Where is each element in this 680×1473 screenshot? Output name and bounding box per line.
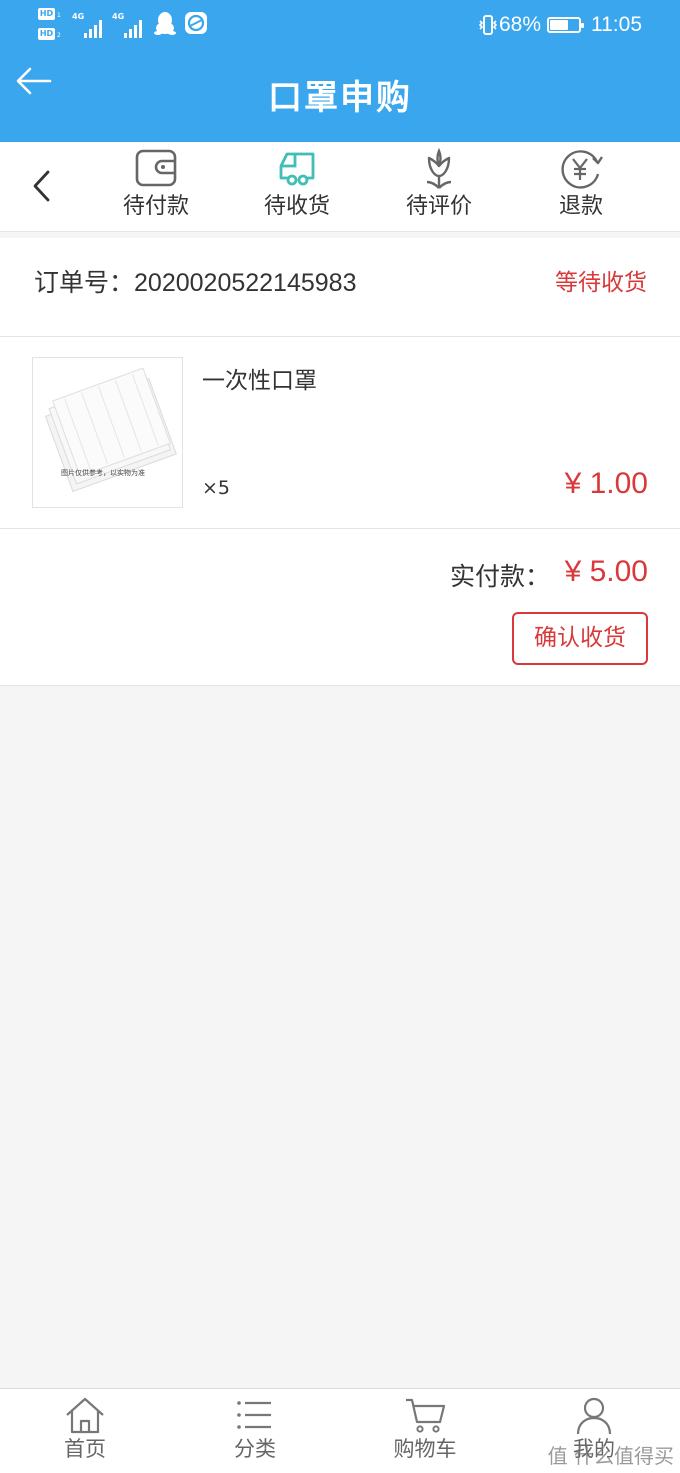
wallet-icon xyxy=(135,149,177,187)
nav-label: 分类 xyxy=(234,1437,276,1461)
order-status: 等待收货 xyxy=(555,270,647,296)
order-header: 订单号：2020020522145983 等待收货 xyxy=(0,238,680,337)
battery-fill xyxy=(550,20,569,30)
vibrate-icon xyxy=(478,15,498,35)
signal-2-icon: 4G xyxy=(112,12,146,38)
product-price: ¥ 1.00 xyxy=(564,467,648,500)
tab-label: 退款 xyxy=(558,194,603,219)
title-bar: 口罩申购 xyxy=(0,50,680,142)
mask-product-image xyxy=(44,367,177,493)
nav-label: 购物车 xyxy=(393,1437,457,1461)
order-number-label: 订单号： xyxy=(34,268,135,297)
product-name[interactable]: 一次性口罩 xyxy=(202,361,317,395)
home-icon xyxy=(66,1397,104,1434)
tab-label: 待收货 xyxy=(263,194,330,219)
list-icon xyxy=(237,1401,271,1429)
order-number: 订单号：2020020522145983 xyxy=(34,263,356,299)
paid-amount: ¥ 5.00 xyxy=(564,555,648,588)
tab-pending-payment[interactable]: 待付款 xyxy=(96,148,216,228)
chevron-left-icon[interactable] xyxy=(22,164,62,208)
battery-percent: 68% xyxy=(498,13,541,36)
status-bar: HD 1 HD 2 4G 4G 68% 11:05 xyxy=(0,0,680,50)
flower-icon xyxy=(426,148,452,189)
nav-label: 首页 xyxy=(64,1437,106,1461)
cart-icon xyxy=(406,1398,446,1433)
qq-penguin-icon xyxy=(154,12,176,35)
signal-1-icon: 4G xyxy=(72,12,106,38)
hd2-badge: HD xyxy=(38,28,55,40)
status-left: HD 1 HD 2 4G 4G xyxy=(38,8,208,42)
refund-yen-icon xyxy=(561,150,603,189)
net2-label: 4G xyxy=(112,12,125,21)
delivery-truck-icon xyxy=(279,152,315,186)
user-icon xyxy=(576,1397,612,1435)
browser-app-icon xyxy=(185,12,207,34)
nav-home[interactable]: 首页 xyxy=(25,1395,145,1471)
watermark: 值 什么值得买 xyxy=(547,1444,674,1468)
tab-refund[interactable]: 退款 xyxy=(521,148,641,228)
thumb-caption: 图片仅供参考，以实物为准 xyxy=(61,469,145,477)
product-quantity: ×5 xyxy=(202,477,231,499)
paid-label: 实付款： xyxy=(449,562,550,591)
hd1-sub: 1 xyxy=(57,12,61,19)
nav-cart[interactable]: 购物车 xyxy=(365,1395,485,1471)
order-number-value: 2020020522145983 xyxy=(134,269,357,297)
nav-category[interactable]: 分类 xyxy=(195,1395,315,1471)
product-thumbnail[interactable]: 图片仅供参考，以实物为准 xyxy=(32,357,183,508)
clock: 11:05 xyxy=(591,13,642,36)
status-right: 68% 11:05 xyxy=(477,8,642,42)
app-header: HD 1 HD 2 4G 4G 68% 11:05 口罩申购 xyxy=(0,0,680,142)
tab-pending-review[interactable]: 待评价 xyxy=(379,148,499,228)
hd1-badge: HD xyxy=(38,8,55,20)
confirm-receipt-button[interactable]: 确认收货 xyxy=(512,612,648,665)
order-item[interactable]: 图片仅供参考，以实物为准 一次性口罩 ×5 ¥ 1.00 xyxy=(0,337,680,529)
page-title: 口罩申购 xyxy=(268,78,412,118)
order-card: 订单号：2020020522145983 等待收货 图片仅供参考，以实物为准 一… xyxy=(0,238,680,686)
tab-label: 待评价 xyxy=(405,194,472,219)
hd2-sub: 2 xyxy=(57,32,61,39)
hd-indicators: HD 1 HD 2 xyxy=(38,8,66,42)
tab-pending-receipt[interactable]: 待收货 xyxy=(237,148,357,228)
net1-label: 4G xyxy=(72,12,85,21)
tab-label: 待付款 xyxy=(122,194,189,219)
order-status-tabs: 待付款 待收货 待评价 退款 xyxy=(0,142,680,232)
battery-icon xyxy=(547,17,584,33)
